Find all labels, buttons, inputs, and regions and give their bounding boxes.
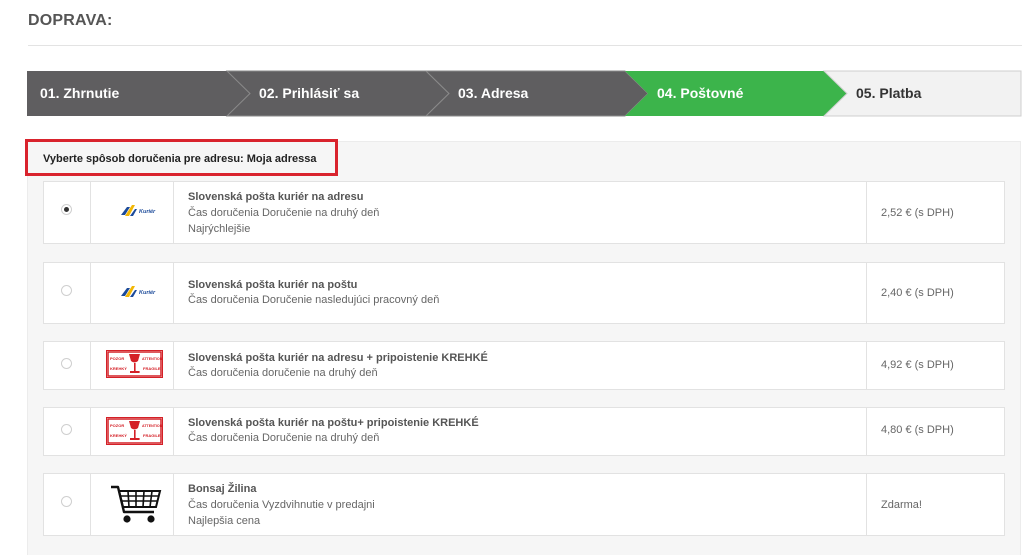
option-price: 2,52 € (s DPH): [881, 207, 954, 219]
option-name: Slovenská pošta kuriér na poštu+ pripois…: [188, 417, 479, 429]
step-summary[interactable]: 01. Zhrnutie: [27, 71, 250, 116]
svg-text:Kuriér: Kuriér: [139, 290, 156, 296]
shipping-option[interactable]: POZOR KREHKÝ ATTENTION FRAGILE Slovenská…: [43, 407, 1005, 456]
step-label: 05. Platba: [856, 85, 922, 101]
shipping-radio[interactable]: [61, 496, 72, 507]
svg-text:FRAGILE: FRAGILE: [143, 433, 161, 438]
step-shipping[interactable]: 04. Poštovné: [625, 71, 847, 116]
svg-text:KREHKÝ: KREHKÝ: [110, 366, 127, 371]
option-price: Zdarma!: [881, 499, 922, 511]
svg-text:FRAGILE: FRAGILE: [143, 366, 161, 371]
option-name: Slovenská pošta kuriér na adresu + pripo…: [188, 352, 488, 364]
step-label: 04. Poštovné: [657, 85, 744, 101]
option-delivery-time: Čas doručenia Doručenie na druhý deň: [188, 207, 380, 219]
step-label: 01. Zhrnutie: [40, 85, 120, 101]
step-label: 03. Adresa: [458, 85, 529, 101]
option-price: 4,92 € (s DPH): [881, 359, 954, 371]
shipping-radio[interactable]: [61, 424, 72, 435]
option-delivery-time: Čas doručenia doručenie na druhý deň: [188, 367, 378, 379]
option-name: Slovenská pošta kuriér na adresu: [188, 191, 364, 203]
svg-text:ATTENTION: ATTENTION: [142, 357, 163, 361]
title-divider: [28, 45, 1022, 46]
step-address[interactable]: 03. Adresa: [424, 70, 649, 117]
option-note: Najlepšia cena: [188, 515, 261, 527]
step-login[interactable]: 02. Prihlásiť sa: [225, 70, 450, 117]
svg-text:ATTENTION: ATTENTION: [142, 424, 163, 428]
svg-text:Kuriér: Kuriér: [139, 209, 156, 215]
shipping-radio[interactable]: [61, 285, 72, 296]
option-delivery-time: Čas doručenia Doručenie nasledujúci prac…: [188, 294, 440, 306]
kurier-logo: Kuriér: [121, 286, 156, 297]
shipping-radio[interactable]: [61, 358, 72, 369]
option-delivery-time: Čas doručenia Vyzdvihnutie v predajni: [188, 499, 375, 511]
step-payment[interactable]: 05. Platba: [822, 70, 1022, 117]
step-label: 02. Prihlásiť sa: [259, 85, 360, 101]
shipping-header-text: Vyberte spôsob doručenia pre adresu: Moj…: [43, 153, 317, 165]
shipping-option[interactable]: Kuriér Slovenská pošta kuriér na poštu Č…: [43, 262, 1005, 324]
kurier-logo: Kuriér: [121, 205, 156, 216]
option-note: Najrýchlejšie: [188, 223, 251, 235]
option-name: Bonsaj Žilina: [188, 483, 257, 495]
shipping-address-header: Vyberte spôsob doručenia pre adresu: Moj…: [25, 139, 338, 176]
page-title: DOPRAVA:: [28, 12, 113, 29]
option-price: 2,40 € (s DPH): [881, 287, 954, 299]
option-name: Slovenská pošta kuriér na poštu: [188, 279, 358, 291]
checkout-steps: 01. Zhrnutie 02. Prihlásiť sa 03. Adresa…: [27, 70, 1022, 117]
shipping-radio[interactable]: [61, 204, 72, 215]
option-delivery-time: Čas doručenia Doručenie na druhý deň: [188, 432, 380, 444]
fragile-label-icon: POZOR KREHKÝ ATTENTION FRAGILE: [106, 350, 163, 378]
shipping-option[interactable]: POZOR KREHKÝ ATTENTION FRAGILE Slovenská…: [43, 341, 1005, 390]
shopping-cart-icon: [111, 485, 162, 523]
option-price: 4,80 € (s DPH): [881, 424, 954, 436]
fragile-label-icon: POZOR KREHKÝ ATTENTION FRAGILE: [106, 417, 163, 445]
shipping-option[interactable]: Kuriér Slovenská pošta kuriér na adresu …: [43, 181, 1005, 244]
svg-text:POZOR: POZOR: [110, 423, 124, 428]
svg-text:POZOR: POZOR: [110, 356, 124, 361]
shipping-option[interactable]: Bonsaj Žilina Čas doručenia Vyzdvihnutie…: [43, 473, 1005, 536]
svg-text:KREHKÝ: KREHKÝ: [110, 433, 127, 438]
